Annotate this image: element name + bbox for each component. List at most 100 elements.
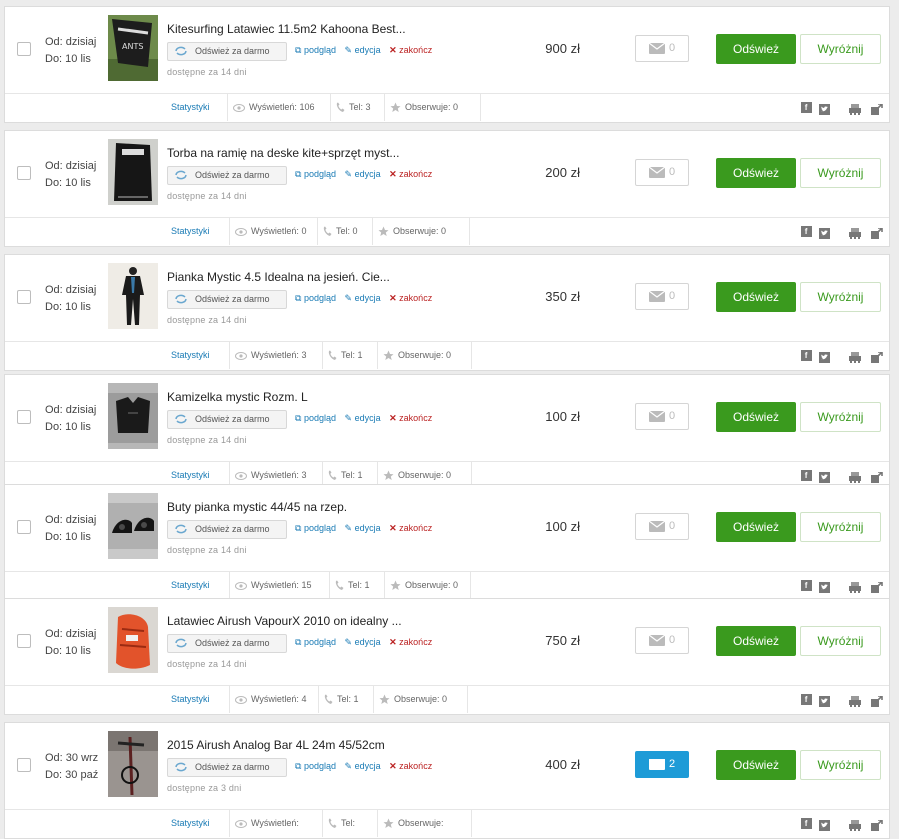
listing-checkbox[interactable] — [17, 634, 31, 648]
kite-photo[interactable]: ANTS — [108, 15, 158, 81]
edit-link[interactable]: ✎ edycja — [345, 293, 381, 303]
twitter-icon[interactable] — [819, 226, 831, 244]
refresh-button[interactable]: Odśwież — [716, 750, 796, 780]
statistics-link[interactable]: Statystyki — [171, 580, 210, 590]
edit-link[interactable]: ✎ edycja — [345, 169, 381, 179]
listing-checkbox[interactable] — [17, 758, 31, 772]
print-icon[interactable] — [848, 350, 861, 368]
messages-button[interactable]: 0 — [635, 283, 689, 310]
preview-link[interactable]: ⧉ podgląd — [295, 169, 336, 179]
end-link[interactable]: ✕ zakończ — [389, 761, 432, 771]
statistics-link[interactable]: Statystyki — [171, 350, 210, 360]
share-out-icon[interactable] — [871, 226, 883, 244]
preview-link[interactable]: ⧉ podgląd — [295, 637, 336, 647]
statistics-link[interactable]: Statystyki — [171, 694, 210, 704]
facebook-icon[interactable]: f — [800, 102, 812, 113]
refresh-free-button[interactable]: Odśwież za darmo — [167, 410, 287, 429]
share-out-icon[interactable] — [871, 102, 883, 120]
wetsuit-photo[interactable] — [108, 263, 158, 329]
feature-button[interactable]: Wyróżnij — [800, 512, 881, 542]
end-link[interactable]: ✕ zakończ — [389, 637, 432, 647]
messages-button[interactable]: 2 — [635, 751, 689, 778]
preview-link[interactable]: ⧉ podgląd — [295, 45, 336, 55]
listing-title[interactable]: Torba na ramię na deske kite+sprzęt myst… — [167, 146, 399, 160]
edit-link[interactable]: ✎ edycja — [345, 45, 381, 55]
listing-title[interactable]: 2015 Airush Analog Bar 4L 24m 45/52cm — [167, 738, 385, 752]
messages-button[interactable]: 0 — [635, 513, 689, 540]
refresh-button[interactable]: Odśwież — [716, 402, 796, 432]
listing-title[interactable]: Kitesurfing Latawiec 11.5m2 Kahoona Best… — [167, 22, 406, 36]
listing-checkbox[interactable] — [17, 42, 31, 56]
twitter-icon[interactable] — [819, 580, 831, 598]
edit-link[interactable]: ✎ edycja — [345, 761, 381, 771]
listing-title[interactable]: Latawiec Airush VapourX 2010 on idealny … — [167, 614, 402, 628]
kite-bag-photo[interactable] — [108, 607, 158, 673]
print-icon[interactable] — [848, 102, 861, 120]
refresh-button[interactable]: Odśwież — [716, 512, 796, 542]
print-icon[interactable] — [848, 580, 861, 598]
twitter-icon[interactable] — [819, 818, 831, 836]
end-link[interactable]: ✕ zakończ — [389, 523, 432, 533]
listing-title[interactable]: Buty pianka mystic 44/45 na rzep. — [167, 500, 347, 514]
messages-button[interactable]: 0 — [635, 35, 689, 62]
end-link[interactable]: ✕ zakończ — [389, 413, 432, 423]
feature-button[interactable]: Wyróżnij — [800, 158, 881, 188]
edit-link[interactable]: ✎ edycja — [345, 413, 381, 423]
listing-checkbox[interactable] — [17, 520, 31, 534]
end-link[interactable]: ✕ zakończ — [389, 293, 432, 303]
feature-button[interactable]: Wyróżnij — [800, 34, 881, 64]
print-icon[interactable] — [848, 694, 861, 712]
feature-button[interactable]: Wyróżnij — [800, 282, 881, 312]
listing-title[interactable]: Kamizelka mystic Rozm. L — [167, 390, 308, 404]
refresh-button[interactable]: Odśwież — [716, 34, 796, 64]
twitter-icon[interactable] — [819, 102, 831, 120]
facebook-icon[interactable]: f — [800, 818, 812, 829]
vest-photo[interactable] — [108, 383, 158, 449]
twitter-icon[interactable] — [819, 694, 831, 712]
statistics-link[interactable]: Statystyki — [171, 818, 210, 828]
listing-checkbox[interactable] — [17, 410, 31, 424]
share-out-icon[interactable] — [871, 350, 883, 368]
share-out-icon[interactable] — [871, 818, 883, 836]
listing-checkbox[interactable] — [17, 166, 31, 180]
refresh-free-button[interactable]: Odśwież za darmo — [167, 290, 287, 309]
facebook-icon[interactable]: f — [800, 226, 812, 237]
bar-photo[interactable] — [108, 731, 158, 797]
listing-checkbox[interactable] — [17, 290, 31, 304]
preview-link[interactable]: ⧉ podgląd — [295, 293, 336, 303]
facebook-icon[interactable]: f — [800, 470, 812, 481]
listing-title[interactable]: Pianka Mystic 4.5 Idealna na jesień. Cie… — [167, 270, 390, 284]
messages-button[interactable]: 0 — [635, 159, 689, 186]
share-out-icon[interactable] — [871, 694, 883, 712]
feature-button[interactable]: Wyróżnij — [800, 402, 881, 432]
twitter-icon[interactable] — [819, 350, 831, 368]
refresh-button[interactable]: Odśwież — [716, 158, 796, 188]
feature-button[interactable]: Wyróżnij — [800, 626, 881, 656]
refresh-free-button[interactable]: Odśwież za darmo — [167, 166, 287, 185]
facebook-icon[interactable]: f — [800, 350, 812, 361]
refresh-free-button[interactable]: Odśwież za darmo — [167, 520, 287, 539]
feature-button[interactable]: Wyróżnij — [800, 750, 881, 780]
facebook-icon[interactable]: f — [800, 694, 812, 705]
boots-photo[interactable] — [108, 493, 158, 559]
statistics-link[interactable]: Statystyki — [171, 102, 210, 112]
preview-link[interactable]: ⧉ podgląd — [295, 523, 336, 533]
preview-link[interactable]: ⧉ podgląd — [295, 761, 336, 771]
refresh-button[interactable]: Odśwież — [716, 626, 796, 656]
print-icon[interactable] — [848, 226, 861, 244]
statistics-link[interactable]: Statystyki — [171, 470, 210, 480]
print-icon[interactable] — [848, 818, 861, 836]
refresh-free-button[interactable]: Odśwież za darmo — [167, 634, 287, 653]
share-out-icon[interactable] — [871, 580, 883, 598]
bag-photo[interactable] — [108, 139, 158, 205]
edit-link[interactable]: ✎ edycja — [345, 637, 381, 647]
end-link[interactable]: ✕ zakończ — [389, 45, 432, 55]
end-link[interactable]: ✕ zakończ — [389, 169, 432, 179]
messages-button[interactable]: 0 — [635, 627, 689, 654]
messages-button[interactable]: 0 — [635, 403, 689, 430]
refresh-free-button[interactable]: Odśwież za darmo — [167, 42, 287, 61]
refresh-free-button[interactable]: Odśwież za darmo — [167, 758, 287, 777]
edit-link[interactable]: ✎ edycja — [345, 523, 381, 533]
statistics-link[interactable]: Statystyki — [171, 226, 210, 236]
preview-link[interactable]: ⧉ podgląd — [295, 413, 336, 423]
